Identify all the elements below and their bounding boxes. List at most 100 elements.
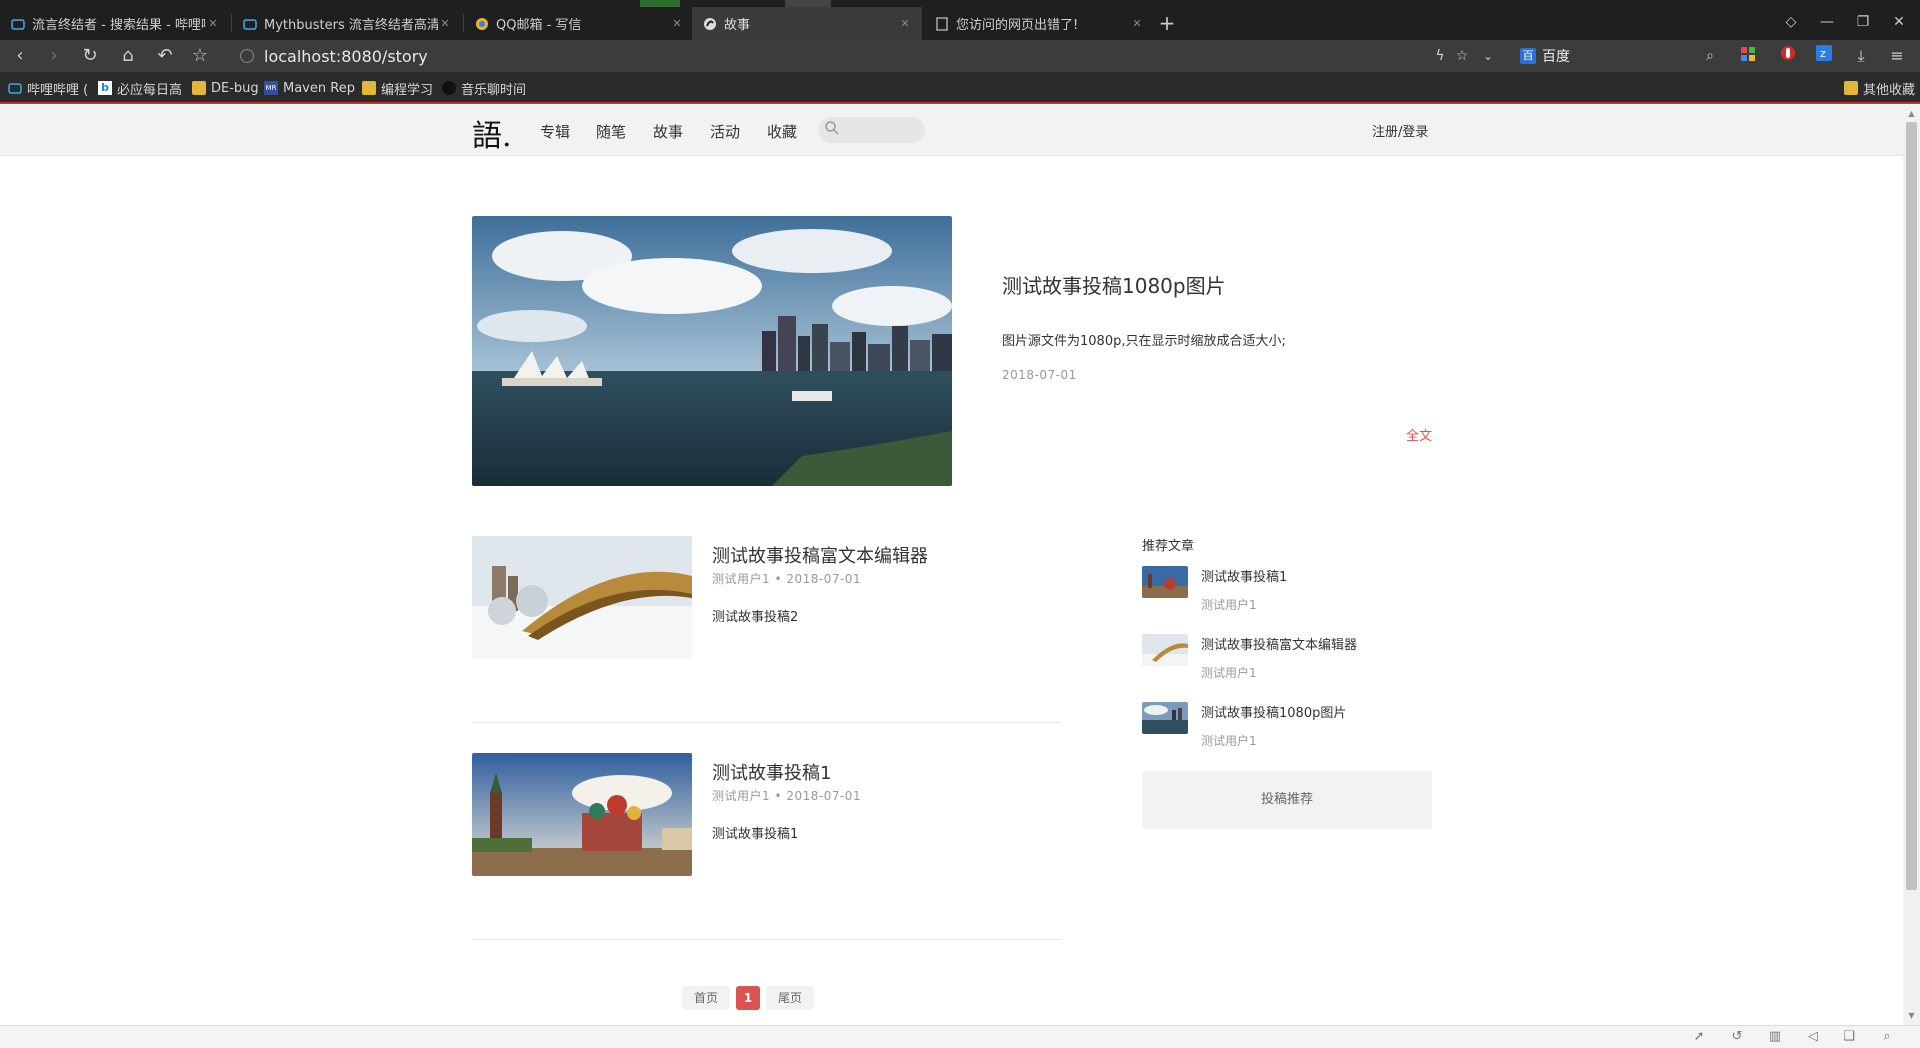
address-bar[interactable]: localhost:8080/story (240, 44, 1420, 68)
post-summary: 测试故事投稿2 (712, 610, 799, 625)
new-tab-button[interactable]: + (1156, 12, 1178, 34)
trash-icon[interactable]: ▥ (1766, 1029, 1784, 1045)
forward-icon[interactable]: › (42, 45, 66, 67)
download-icon[interactable]: ⤓ (1849, 45, 1873, 67)
tab-strip-accent (785, 0, 831, 7)
page-scrollbar[interactable]: ▲ ▼ (1903, 105, 1920, 1025)
nav-link-activity[interactable]: 活动 (710, 121, 740, 142)
bookmark-item[interactable]: 音乐聊时间 (442, 79, 526, 98)
hero-image[interactable] (472, 216, 952, 486)
browser-tab-active[interactable]: 故事 ✕ (692, 7, 922, 40)
navigation-bar: ‹ › ↻ ⌂ ↶ ☆ localhost:8080/story ϟ ☆ ⌄ 百… (0, 40, 1920, 72)
site-search-input[interactable] (818, 117, 925, 143)
nav-link-story[interactable]: 故事 (653, 121, 683, 142)
folder-icon (1844, 81, 1858, 95)
bookmark-item[interactable]: MR Maven Rep (264, 79, 355, 97)
search-engine-label: 百度 (1542, 49, 1570, 65)
rocket-icon[interactable]: ➚ (1690, 1029, 1708, 1045)
browser-tab[interactable]: Mythbusters 流言终结者高清系 ✕ (232, 7, 462, 40)
site-header: 語. 专辑 随笔 故事 活动 收藏 注册/登录 (0, 105, 1903, 156)
reload-icon[interactable]: ↻ (78, 45, 102, 67)
menu-icon[interactable]: ≡ (1885, 45, 1909, 67)
close-window-button[interactable]: ✕ (1888, 12, 1910, 32)
restore-button[interactable]: ❐ (1852, 12, 1874, 32)
chevron-down-icon[interactable]: ⌄ (1476, 45, 1500, 67)
recommended-thumbnail[interactable] (1142, 702, 1188, 734)
undo-icon[interactable]: ↶ (153, 45, 177, 67)
hero-title[interactable]: 测试故事投稿1080p图片 (1002, 270, 1226, 299)
post-title[interactable]: 测试故事投稿富文本编辑器 (712, 542, 928, 568)
back-icon[interactable]: ‹ (8, 45, 32, 67)
bookmark-item[interactable]: 哔哩哔哩 ( (8, 79, 88, 98)
submit-recommend-button[interactable]: 投稿推荐 (1142, 771, 1432, 829)
browser-tab[interactable]: 您访问的网页出错了! ✕ (924, 7, 1154, 40)
list-item[interactable]: 测试故事投稿富文本编辑器 测试用户1 • 2018-07-01 测试故事投稿2 (472, 536, 1062, 659)
bookmark-label: DE-bug (211, 80, 259, 96)
favorite-icon[interactable]: ☆ (1450, 45, 1474, 67)
nav-link-favorites[interactable]: 收藏 (767, 121, 797, 142)
first-page-button[interactable]: 首页 (682, 986, 731, 1010)
close-icon[interactable]: ✕ (1130, 17, 1144, 31)
recommended-item[interactable]: 测试故事投稿富文本编辑器 测试用户1 (1142, 634, 1432, 684)
close-icon[interactable]: ✕ (438, 17, 452, 31)
nav-link-album[interactable]: 专辑 (540, 121, 570, 142)
refresh-icon[interactable]: ↺ (1728, 1029, 1746, 1045)
extension-icon[interactable]: z (1812, 45, 1836, 67)
svg-text:z: z (1820, 47, 1826, 60)
last-page-button[interactable]: 尾页 (766, 986, 815, 1010)
address-text[interactable]: localhost:8080/story (264, 47, 428, 66)
star-icon[interactable]: ☆ (188, 45, 212, 67)
list-item[interactable]: 测试故事投稿1 测试用户1 • 2018-07-01 测试故事投稿1 (472, 753, 1062, 876)
minimize-button[interactable]: — (1816, 12, 1838, 32)
recommended-title[interactable]: 测试故事投稿1 (1201, 566, 1287, 585)
recommended-thumbnail[interactable] (1142, 566, 1188, 598)
browser-tab[interactable]: QQ邮箱 - 写信 ✕ (464, 7, 694, 40)
bing-icon: b (98, 81, 112, 95)
close-icon[interactable]: ✕ (898, 17, 912, 31)
scroll-down-icon[interactable]: ▼ (1907, 1011, 1916, 1020)
close-icon[interactable]: ✕ (206, 17, 220, 31)
read-more-link[interactable]: 全文 (1406, 425, 1432, 444)
recommended-item[interactable]: 测试故事投稿1080p图片 测试用户1 (1142, 702, 1432, 752)
post-title[interactable]: 测试故事投稿1 (712, 759, 831, 785)
current-page-button[interactable]: 1 (736, 986, 761, 1010)
bookmark-item[interactable]: b 必应每日高 (98, 79, 182, 98)
post-thumbnail[interactable] (472, 753, 692, 876)
apps-icon[interactable] (1736, 45, 1760, 67)
adblock-icon[interactable] (1776, 45, 1800, 67)
nav-link-essay[interactable]: 随笔 (596, 121, 626, 142)
bilibili-icon (242, 16, 258, 32)
recommended-author: 测试用户1 (1201, 734, 1257, 748)
other-bookmarks[interactable]: 其他收藏 (1844, 79, 1916, 98)
music-icon (442, 81, 456, 95)
scroll-up-icon[interactable]: ▲ (1907, 109, 1916, 118)
folder-icon (192, 81, 206, 95)
skin-icon[interactable]: ◇ (1780, 12, 1802, 32)
login-register-link[interactable]: 注册/登录 (1372, 121, 1428, 140)
bilibili-icon (8, 81, 22, 95)
search-icon (824, 120, 842, 138)
bookmark-item[interactable]: DE-bug (192, 79, 259, 97)
site-logo[interactable]: 語. (472, 111, 512, 154)
window-icon[interactable]: ❏ (1840, 1029, 1858, 1045)
flash-icon[interactable]: ϟ (1428, 45, 1452, 67)
bookmark-item[interactable]: 编程学习 (362, 79, 433, 98)
scrollbar-thumb[interactable] (1906, 122, 1917, 890)
folder-icon (362, 81, 376, 95)
browser-tab[interactable]: 流言终结者 - 搜索结果 - 哔哩哔 ✕ (0, 7, 230, 40)
home-icon[interactable]: ⌂ (116, 45, 140, 67)
recommended-title[interactable]: 测试故事投稿1080p图片 (1201, 702, 1346, 721)
zoom-icon[interactable]: ⌕ (1878, 1029, 1896, 1045)
recommended-item[interactable]: 测试故事投稿1 测试用户1 (1142, 566, 1432, 616)
recommended-thumbnail[interactable] (1142, 634, 1188, 666)
recommended-title[interactable]: 测试故事投稿富文本编辑器 (1201, 634, 1357, 653)
volume-icon[interactable]: ◁ (1804, 1029, 1822, 1045)
post-thumbnail[interactable] (472, 536, 692, 659)
pagination: 首页 1 尾页 (682, 985, 820, 1011)
search-engine-box[interactable]: 百 百度 (1520, 46, 1570, 66)
site-info-icon[interactable] (240, 49, 254, 63)
close-icon[interactable]: ✕ (670, 17, 684, 31)
tab-title: 故事 (724, 18, 751, 33)
bookmark-label: 其他收藏 (1863, 82, 1916, 98)
search-icon[interactable]: ⌕ (1698, 45, 1722, 67)
